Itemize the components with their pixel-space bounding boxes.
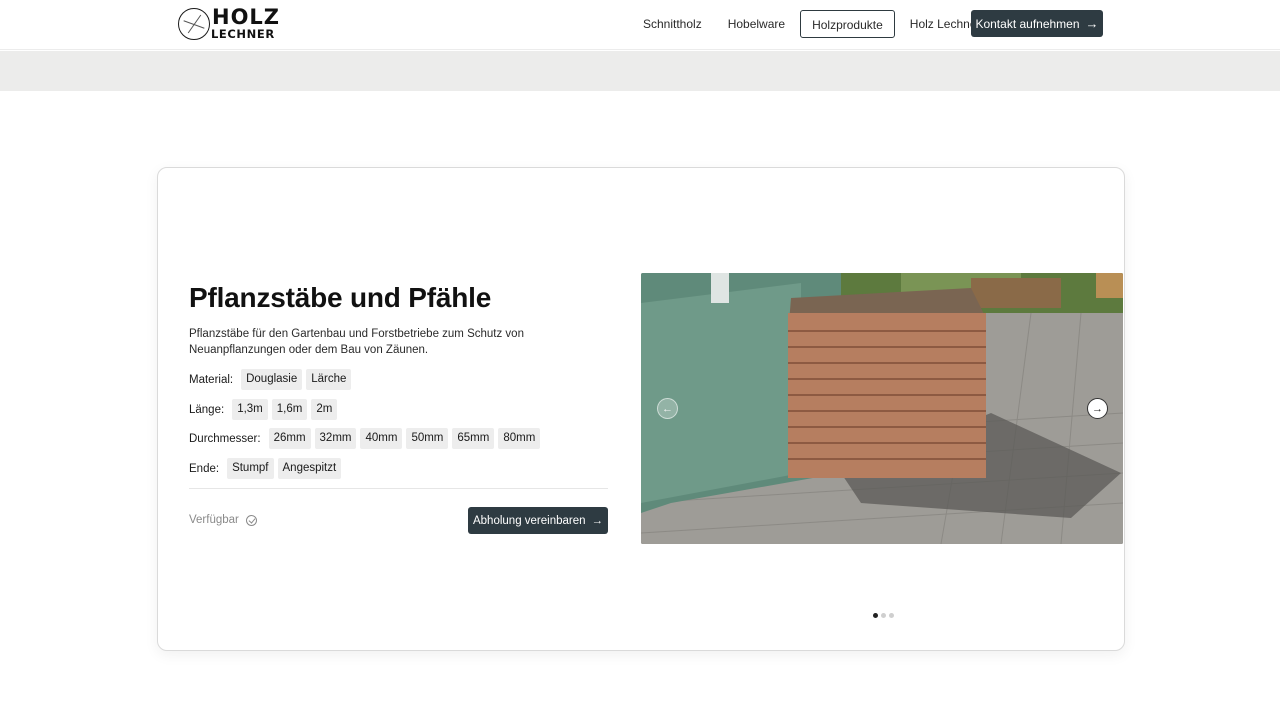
availability-status: Verfügbar <box>189 514 257 526</box>
attribute-chip: 65mm <box>452 428 495 449</box>
slider-prev-button[interactable]: ← <box>657 398 678 419</box>
logo[interactable]: HOLZ LECHNER <box>178 7 280 41</box>
nav-item-holzprodukte[interactable]: Holzprodukte <box>800 10 895 38</box>
product-description: Pflanzstäbe für den Gartenbau und Forstb… <box>189 328 524 356</box>
page-banner <box>0 51 1280 91</box>
slider-dot[interactable] <box>881 613 886 618</box>
check-circle-icon <box>245 514 257 526</box>
logo-text-bottom: LECHNER <box>211 27 275 42</box>
product-title: Pflanzstäbe und Pfähle <box>189 282 492 313</box>
logo-text-top: HOLZ <box>212 5 281 30</box>
availability-label: Verfügbar <box>189 514 239 526</box>
product-photo <box>641 273 1123 544</box>
attribute-chip: 1,6m <box>271 399 308 420</box>
arrow-right-icon: → <box>1085 16 1099 31</box>
main-nav: Schnittholz Hobelware Holzprodukte Holz … <box>630 10 994 38</box>
site-header: HOLZ LECHNER Schnittholz Hobelware Holzp… <box>0 0 1280 50</box>
attribute-chip: 1,3m <box>232 399 268 420</box>
contact-button[interactable]: Kontakt aufnehmen → <box>971 10 1103 37</box>
attribute-chip: Angespitzt <box>277 458 342 479</box>
slider-next-button[interactable]: → <box>1087 398 1108 419</box>
arrow-right-icon: → <box>591 514 604 527</box>
slider-dot[interactable] <box>889 613 894 618</box>
attribute-chip: 40mm <box>360 428 403 449</box>
attribute-chip: Douglasie <box>241 369 303 390</box>
attribute-chip: 2m <box>311 399 338 420</box>
attribute-chip: 26mm <box>268 428 311 449</box>
slider-dot[interactable] <box>873 613 878 618</box>
attribute-chip: Stumpf <box>227 458 274 479</box>
attribute-row-material: Material: Douglasie Lärche <box>189 369 355 390</box>
divider <box>189 488 608 489</box>
nav-item-hobelware[interactable]: Hobelware <box>715 10 798 38</box>
attribute-label: Ende: <box>189 462 220 475</box>
attribute-chip: 32mm <box>314 428 357 449</box>
attribute-chip: 50mm <box>406 428 449 449</box>
attribute-label: Länge: <box>189 403 225 416</box>
attribute-chip: Lärche <box>306 369 352 390</box>
contact-button-label: Kontakt aufnehmen <box>975 16 1080 31</box>
attribute-row-durchmesser: Durchmesser: 26mm 32mm 40mm 50mm 65mm 80… <box>189 428 544 449</box>
product-image-slider[interactable] <box>641 273 1123 544</box>
arrow-left-icon: ← <box>662 402 673 415</box>
attribute-row-ende: Ende: Stumpf Angespitzt <box>189 458 345 479</box>
attribute-label: Material: <box>189 373 234 386</box>
attribute-chip: 80mm <box>498 428 541 449</box>
attribute-row-laenge: Länge: 1,3m 1,6m 2m <box>189 399 341 420</box>
pickup-button[interactable]: Abholung vereinbaren → <box>468 507 608 534</box>
attribute-label: Durchmesser: <box>189 432 261 445</box>
slider-pagination <box>873 613 894 618</box>
logo-saw-blade-icon <box>178 8 210 40</box>
pickup-button-label: Abholung vereinbaren <box>472 514 586 527</box>
nav-item-schnittholz[interactable]: Schnittholz <box>630 10 715 38</box>
arrow-right-icon: → <box>1092 402 1103 415</box>
